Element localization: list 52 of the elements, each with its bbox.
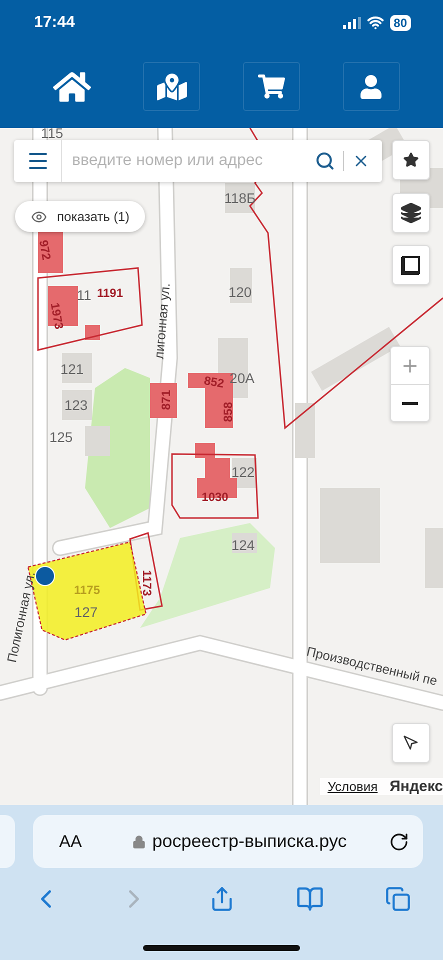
reload-button[interactable]	[388, 832, 408, 852]
ruler-button[interactable]	[392, 245, 430, 285]
search-icon	[315, 151, 335, 171]
parcel-number: 972	[37, 239, 53, 261]
parcel-number: 1191	[96, 287, 124, 299]
house-number: 124	[231, 538, 255, 552]
layers-icon	[400, 202, 422, 224]
parcel-number: 871	[160, 390, 172, 410]
nav-button[interactable]	[242, 62, 300, 111]
address-bar[interactable]: AA росреестр-выписка.рус	[32, 815, 422, 868]
ruler-icon	[401, 255, 421, 275]
house-number: 121	[60, 362, 84, 376]
house-number: 122	[231, 465, 255, 479]
house-number: 118Б	[224, 191, 256, 205]
layers-button[interactable]	[392, 193, 430, 233]
star-icon	[403, 152, 419, 168]
nav-button[interactable]	[143, 62, 200, 111]
eye-icon	[31, 208, 47, 224]
location-arrow-icon	[403, 735, 419, 751]
favorites-button[interactable]	[392, 140, 430, 180]
tabs-icon	[384, 886, 410, 912]
minus-icon	[402, 402, 418, 404]
book-icon	[296, 885, 324, 913]
locate-button[interactable]	[392, 723, 430, 763]
url-text: росреестр-выписка.рус	[152, 831, 347, 852]
lock-icon	[132, 834, 146, 848]
text-size-button[interactable]: AA	[50, 832, 90, 852]
parcel-number: 1175	[74, 584, 100, 596]
search-bar[interactable]: введите номер или адрес	[14, 140, 382, 182]
search-field[interactable]: введите номер или адрес	[62, 140, 315, 182]
status-time: 17:44	[34, 14, 75, 32]
street-label: лигонная ул.	[152, 282, 172, 360]
house-number: 120	[228, 285, 252, 299]
parcel-number: 1973	[48, 302, 66, 330]
parcel-number: 852	[203, 374, 225, 390]
house-number: 115	[40, 128, 64, 140]
parcel-number: 1173	[141, 570, 153, 596]
parcel-number: 858	[222, 402, 234, 422]
signal-icon	[342, 16, 361, 28]
show-button[interactable]: показать (1)	[15, 201, 146, 232]
cart-icon	[258, 73, 285, 100]
wifi-icon	[366, 14, 384, 31]
search-button[interactable]	[315, 151, 335, 171]
battery-level: 80	[390, 14, 411, 30]
house-number: 123	[64, 398, 88, 412]
nav-button[interactable]	[342, 62, 400, 111]
house-number: 127	[74, 605, 98, 619]
house-number: 125	[49, 430, 73, 444]
terms-link[interactable]: Условия	[328, 779, 378, 794]
map-logo: Яндекс	[390, 778, 443, 795]
user-icon	[359, 74, 384, 98]
map-icon	[156, 72, 187, 102]
